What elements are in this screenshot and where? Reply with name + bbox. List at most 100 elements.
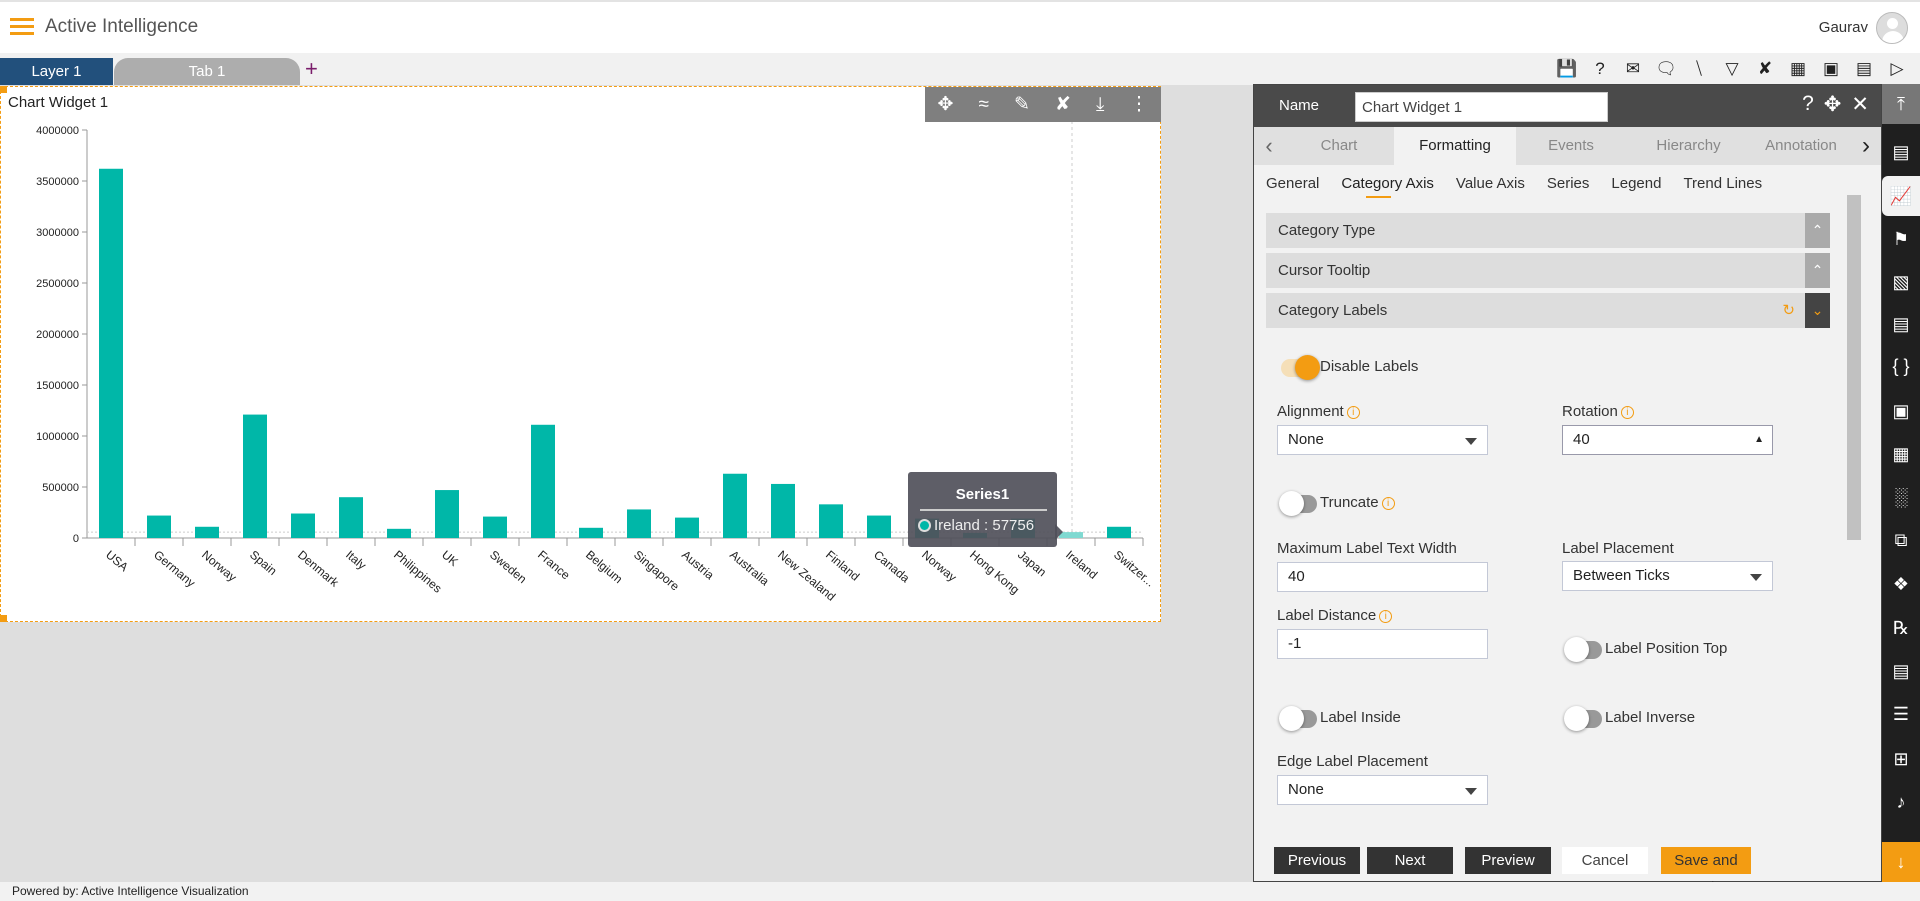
label-position-top-toggle[interactable]	[1564, 637, 1602, 662]
close-icon[interactable]: ✕	[1851, 92, 1869, 117]
next-button[interactable]: Next	[1367, 847, 1453, 874]
tab-annotation[interactable]: Annotation	[1751, 127, 1851, 165]
section-cursor-tooltip[interactable]: Cursor Tooltip ⌃	[1266, 253, 1830, 288]
chart-icon[interactable]: 📈	[1882, 176, 1920, 216]
code-braces-icon[interactable]: { }	[1882, 356, 1920, 377]
name-input[interactable]	[1355, 92, 1608, 122]
bar	[243, 414, 267, 538]
bar	[675, 517, 699, 538]
label-inside-toggle[interactable]	[1279, 706, 1317, 731]
tooltip-value: Ireland : 57756	[934, 517, 1035, 534]
info-icon[interactable]: i	[1379, 610, 1393, 623]
label-inverse-toggle[interactable]	[1564, 706, 1602, 731]
info-icon[interactable]: i	[1381, 497, 1395, 510]
subtab-trend-lines[interactable]: Trend Lines	[1683, 175, 1762, 192]
filter-icon[interactable]: ▽	[1721, 58, 1743, 80]
section-category-type[interactable]: Category Type ⌃	[1266, 213, 1830, 248]
add-tab-button[interactable]: +	[305, 56, 318, 82]
table-icon[interactable]: ▦	[1787, 58, 1809, 80]
tab-formatting[interactable]: Formatting	[1394, 127, 1516, 165]
download-icon[interactable]: ⤓	[1096, 94, 1104, 116]
help-icon[interactable]: ?	[1589, 58, 1611, 80]
file-icon[interactable]: ▤	[1882, 661, 1920, 682]
subtab-general[interactable]: General	[1266, 175, 1319, 192]
clear-filter-icon[interactable]: ⧹	[1688, 58, 1710, 80]
avatar[interactable]	[1876, 12, 1908, 44]
layers-icon[interactable]: ☰	[1882, 704, 1920, 725]
menu-icon[interactable]	[10, 18, 34, 36]
tab-hierarchy[interactable]: Hierarchy	[1626, 127, 1751, 165]
alert-icon[interactable]: ♪	[1882, 792, 1920, 813]
chart-widget[interactable]: Chart Widget 1 0 500000 1000000 1500000 2000…	[0, 86, 1161, 622]
download-icon[interactable]: ↓	[1882, 842, 1920, 882]
widget-list-icon[interactable]: ▤	[1882, 142, 1920, 163]
pivot-icon[interactable]: ▦	[1882, 444, 1920, 465]
more-icon[interactable]: ⋮	[1129, 93, 1148, 116]
cubes-icon[interactable]: ❖	[1882, 574, 1920, 595]
edit-icon[interactable]: ✎	[1014, 93, 1030, 116]
subtab-legend[interactable]: Legend	[1611, 175, 1661, 192]
preview-button[interactable]: Preview	[1465, 847, 1551, 874]
tab-1[interactable]: Tab 1	[114, 58, 300, 85]
x-tick-label: Sweden	[487, 548, 529, 587]
chevron-down-icon[interactable]: ⌄	[1805, 293, 1830, 328]
subtab-value-axis[interactable]: Value Axis	[1456, 175, 1525, 192]
bar	[579, 527, 603, 538]
y-tick-label: 1000000	[36, 431, 79, 443]
bar-chart-icon[interactable]: ░	[1882, 487, 1920, 508]
embed-code-icon[interactable]: ▣	[1820, 58, 1842, 80]
rx-icon[interactable]: ℞	[1882, 618, 1920, 639]
truncate-toggle[interactable]	[1279, 491, 1317, 516]
info-icon[interactable]: i	[1620, 406, 1634, 419]
subtab-category-axis[interactable]: Category Axis	[1341, 175, 1434, 198]
stepper-icon[interactable]: ▲	[1754, 426, 1764, 454]
bar	[291, 513, 315, 538]
series-marker-icon	[918, 519, 931, 532]
tools-icon[interactable]: ✘	[1055, 93, 1071, 116]
comment-icon[interactable]: 🗨	[1655, 58, 1677, 80]
save-and-exit-button[interactable]: Save and Exit	[1661, 847, 1751, 896]
user-name[interactable]: Gaurav	[1819, 19, 1868, 36]
chevron-left-icon[interactable]: ‹	[1254, 127, 1284, 165]
bar	[195, 526, 219, 538]
y-tick-label: 4000000	[36, 125, 79, 137]
image-icon[interactable]: ▣	[1882, 401, 1920, 422]
alignment-select[interactable]: None	[1277, 425, 1488, 455]
section-category-labels[interactable]: Category Labels ↻ ⌄	[1266, 293, 1830, 328]
save-icon[interactable]: 💾	[1556, 58, 1578, 80]
mail-icon[interactable]: ✉	[1622, 58, 1644, 80]
chevron-up-icon[interactable]: ⌃	[1805, 253, 1830, 288]
tab-chart[interactable]: Chart	[1284, 127, 1394, 165]
scrollbar[interactable]	[1845, 180, 1863, 670]
edge-label-placement-select[interactable]: None	[1277, 775, 1488, 805]
info-icon[interactable]: i	[1346, 406, 1360, 419]
chevron-right-icon[interactable]: ›	[1851, 127, 1881, 165]
move-icon[interactable]: ✥	[1824, 92, 1842, 117]
tab-events[interactable]: Events	[1516, 127, 1626, 165]
reset-icon[interactable]: ↻	[1782, 293, 1795, 328]
x-tick-label: Australia	[727, 548, 772, 589]
add-widget-icon[interactable]: ⊞	[1882, 749, 1920, 770]
map-icon[interactable]: ⚑	[1882, 229, 1920, 250]
help-icon[interactable]: ?	[1802, 92, 1814, 117]
collapse-up-icon[interactable]: ⤒	[1882, 84, 1920, 124]
move-icon[interactable]: ✥	[938, 93, 954, 116]
tools-icon[interactable]: ✘	[1754, 58, 1776, 80]
cancel-button[interactable]: Cancel	[1562, 847, 1648, 874]
devices-icon[interactable]: ▤	[1853, 58, 1875, 80]
max-width-input[interactable]: 40	[1277, 562, 1488, 592]
layer-tab[interactable]: Layer 1	[0, 58, 113, 85]
previous-button[interactable]: Previous	[1274, 847, 1360, 874]
disable-labels-toggle[interactable]	[1281, 355, 1320, 380]
label-placement-select[interactable]: Between Ticks	[1562, 561, 1773, 591]
rotation-input[interactable]: 40 ▲	[1562, 425, 1773, 455]
chevron-up-icon[interactable]: ⌃	[1805, 213, 1830, 248]
play-icon[interactable]: ▷	[1886, 58, 1908, 80]
bar	[339, 497, 363, 538]
copy-icon[interactable]: ⧉	[1882, 530, 1920, 551]
report-icon[interactable]: ▧	[1882, 272, 1920, 293]
link-icon[interactable]: ≈	[979, 94, 989, 116]
subtab-series[interactable]: Series	[1547, 175, 1590, 192]
document-icon[interactable]: ▤	[1882, 314, 1920, 335]
label-distance-input[interactable]: -1	[1277, 629, 1488, 659]
